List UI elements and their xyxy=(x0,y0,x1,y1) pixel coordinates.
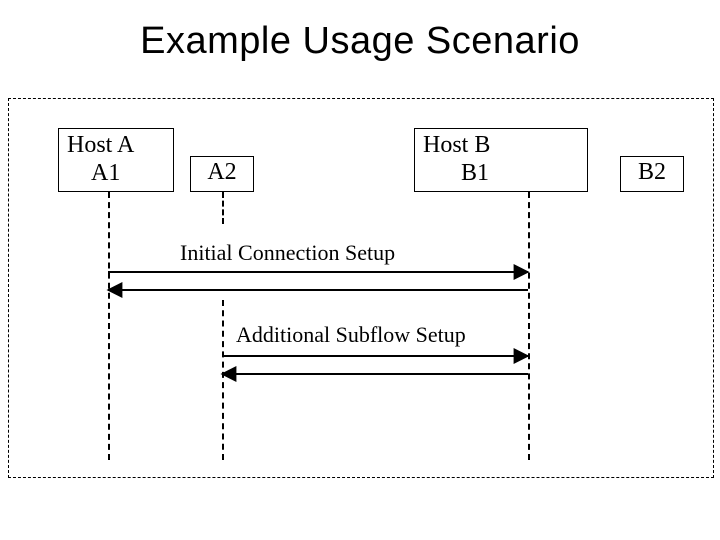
host-a-label: Host A xyxy=(67,132,134,158)
lifeline-a2-upper xyxy=(222,192,224,224)
host-b-box: Host B B1 xyxy=(414,128,588,192)
lifeline-a1 xyxy=(108,192,110,460)
host-a-if2-label: A2 xyxy=(207,159,236,185)
host-b-if2-box: B2 xyxy=(620,156,684,192)
additional-subflow-label: Additional Subflow Setup xyxy=(236,322,466,348)
host-b-label: Host B xyxy=(423,132,490,158)
host-a-if1-label: A1 xyxy=(67,159,165,187)
host-a-if2-box: A2 xyxy=(190,156,254,192)
initial-connection-label: Initial Connection Setup xyxy=(180,240,395,266)
page-title: Example Usage Scenario xyxy=(0,20,720,63)
host-b-if2-label: B2 xyxy=(638,159,666,185)
host-a-box: Host A A1 xyxy=(58,128,174,192)
lifeline-a2-lower xyxy=(222,300,224,460)
lifeline-b1 xyxy=(528,192,530,460)
host-b-if1-label: B1 xyxy=(423,159,579,187)
